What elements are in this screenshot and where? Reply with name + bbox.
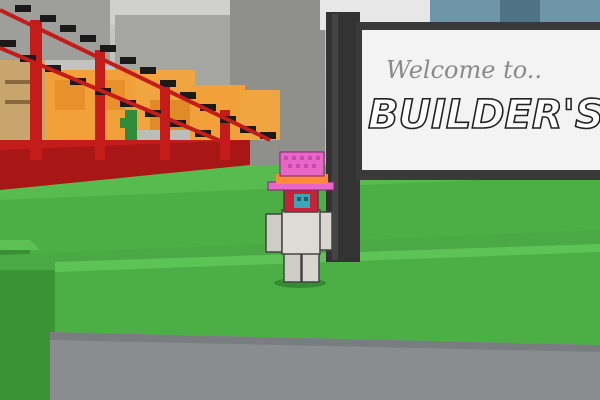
avatar-left-leg: [283, 249, 302, 283]
scene-canvas[interactable]: Welcome to.. BUILDER'S CO: [0, 0, 600, 400]
sign-welcome-text: Welcome to..: [386, 56, 542, 84]
avatar-right-leg: [301, 249, 320, 283]
game-viewport[interactable]: Welcome to.. BUILDER'S CO: [0, 0, 600, 400]
building-window-frame: [500, 0, 540, 22]
platform-left-side: [0, 270, 55, 400]
avatar-eye: [297, 197, 301, 201]
avatar-left-arm: [265, 213, 283, 253]
sign-title-text: BUILDER'S CO: [368, 92, 600, 138]
sign-post-highlight: [332, 14, 338, 260]
avatar-torso: [281, 209, 321, 255]
avatar-eye: [304, 197, 308, 201]
